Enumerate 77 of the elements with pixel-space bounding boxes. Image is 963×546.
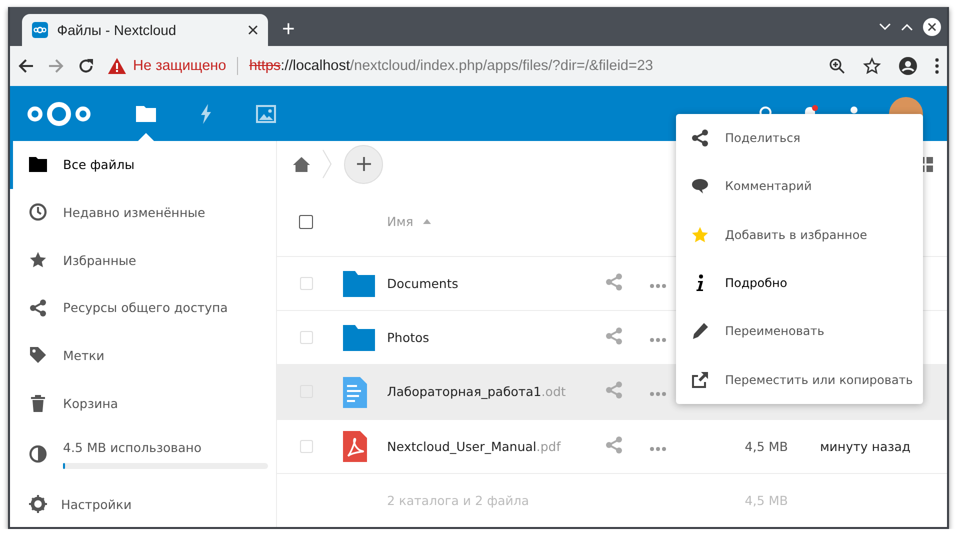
share-icon[interactable]: [605, 436, 623, 454]
file-name[interactable]: Documents: [387, 276, 605, 292]
star-icon: [691, 226, 709, 244]
menu-item[interactable]: Переименовать: [676, 307, 923, 356]
info-icon: [695, 274, 705, 292]
forward-arrow-icon[interactable]: [48, 58, 64, 74]
sidebar-item[interactable]: Корзина: [10, 379, 276, 427]
settings-icon: [29, 495, 47, 514]
menu-item[interactable]: Поделиться: [676, 114, 923, 162]
plus-icon: [356, 157, 370, 172]
menu-item[interactable]: Комментарий: [676, 162, 923, 211]
sidebar-item[interactable]: Метки: [10, 332, 276, 380]
share-icon[interactable]: [605, 273, 623, 292]
cloud-logo-icon: [26, 100, 92, 128]
folder-icon: [136, 106, 156, 122]
lightning-icon: [200, 104, 212, 124]
share-icon: [691, 129, 709, 148]
storage-usage-text: 4.5 MB использовано: [63, 440, 203, 455]
row-checkbox[interactable]: [300, 277, 312, 290]
pie-chart-icon: [29, 445, 47, 464]
clock-icon: [29, 203, 47, 222]
file-name[interactable]: Photos: [387, 330, 605, 346]
add-button[interactable]: [344, 144, 383, 184]
sidebar-item[interactable]: Избранные: [10, 236, 276, 284]
external-arrow-icon: [691, 371, 709, 388]
total-size: 4,5 MB: [744, 492, 788, 508]
maximize-icon[interactable]: [901, 22, 913, 30]
pdf-file-icon: [343, 430, 367, 462]
speech-bubble-icon: [691, 178, 709, 194]
sidebar-item[interactable]: Ресурсы общего доступа: [10, 284, 276, 332]
file-size: 4,5 MB: [744, 438, 788, 454]
trash-icon: [30, 394, 46, 412]
breadcrumb-chevron-icon: [322, 149, 332, 180]
more-vertical-icon[interactable]: [935, 58, 939, 74]
row-checkbox[interactable]: [300, 440, 312, 453]
document-icon: [343, 376, 367, 408]
star-icon: [29, 251, 47, 270]
more-icon[interactable]: [650, 446, 666, 451]
back-arrow-icon[interactable]: [18, 58, 34, 74]
modified-time: минуту назад: [819, 438, 912, 454]
security-warning: Не защищено: [133, 58, 226, 74]
file-name[interactable]: Nextcloud_User_Manual.pdf: [387, 438, 605, 454]
close-icon[interactable]: [248, 25, 258, 35]
folder-icon: [343, 324, 375, 352]
image-icon: [256, 104, 276, 122]
warning-icon: [108, 58, 126, 74]
sidebar-item[interactable]: Все файлы: [10, 141, 276, 189]
select-all-checkbox[interactable]: [299, 214, 313, 229]
close-icon[interactable]: [923, 18, 941, 36]
pencil-icon: [691, 322, 709, 340]
share-icon: [29, 298, 47, 317]
menu-item[interactable]: Подробно: [676, 258, 923, 308]
more-icon[interactable]: [650, 284, 666, 288]
share-icon[interactable]: [605, 327, 623, 346]
account-icon[interactable]: [899, 57, 917, 75]
more-icon[interactable]: [650, 392, 666, 396]
row-checkbox[interactable]: [300, 331, 312, 344]
menu-item[interactable]: Добавить в избранное: [676, 210, 923, 259]
file-name[interactable]: Лабораторная_работа1.odt: [387, 384, 605, 400]
sort-ascending-icon: [423, 219, 432, 224]
reload-icon[interactable]: [78, 58, 94, 74]
minimize-icon[interactable]: [879, 22, 891, 30]
home-icon[interactable]: [293, 156, 310, 172]
sidebar-item[interactable]: Недавно изменённые: [10, 188, 276, 236]
browser-tab[interactable]: Файлы - Nextcloud: [22, 14, 268, 46]
folder-icon: [343, 270, 375, 298]
star-icon[interactable]: [863, 57, 881, 75]
folder-icon: [29, 157, 47, 172]
cloud-logo-icon: [32, 22, 48, 38]
more-icon[interactable]: [650, 338, 666, 342]
new-tab-button[interactable]: +: [282, 16, 295, 42]
zoom-icon[interactable]: [829, 58, 845, 74]
url-text[interactable]: https://localhost/nextcloud/index.php/apps/files/?dir=/&fileid=23: [249, 58, 654, 74]
tab-title: Файлы - Nextcloud: [57, 22, 178, 38]
settings-item[interactable]: Настройки: [10, 482, 276, 527]
files-summary: 2 каталога и 2 файла: [387, 492, 530, 508]
tag-icon: [29, 346, 47, 364]
